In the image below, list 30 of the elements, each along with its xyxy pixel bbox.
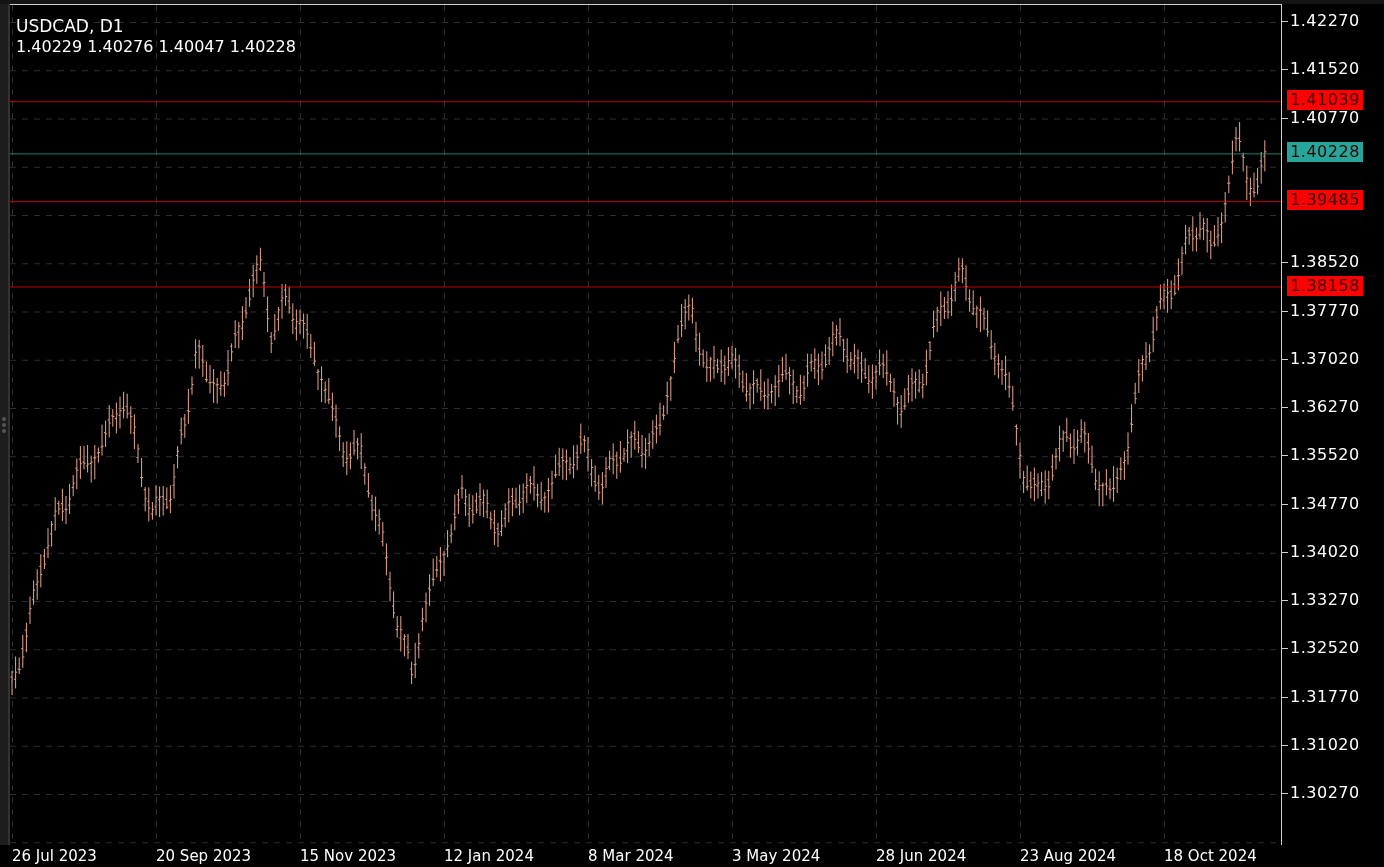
time-axis-label: 15 Nov 2023 — [300, 847, 397, 865]
price-axis-label: 1.41520 — [1290, 59, 1360, 80]
price-level-label: 1.39485 — [1287, 190, 1363, 211]
ohlc-values: 1.40229 1.40276 1.40047 1.40228 — [16, 37, 296, 57]
price-level-label: 1.41039 — [1287, 90, 1363, 111]
time-axis-label: 26 Jul 2023 — [12, 847, 97, 865]
time-axis-label: 12 Jan 2024 — [444, 847, 534, 865]
price-axis-label: 1.31020 — [1290, 734, 1360, 755]
price-level-label: 1.40228 — [1287, 142, 1363, 163]
time-axis-label: 20 Sep 2023 — [156, 847, 252, 865]
price-axis-label: 1.37020 — [1290, 348, 1360, 369]
symbol-title: USDCAD, D1 — [16, 15, 125, 37]
price-axis-label: 1.33270 — [1290, 590, 1360, 610]
price-axis-label: 1.30270 — [1290, 783, 1360, 803]
time-axis-label: 3 May 2024 — [732, 847, 821, 865]
time-axis-label: 28 Jun 2024 — [876, 847, 967, 865]
price-axis-label: 1.34020 — [1290, 541, 1360, 562]
splitter-handle[interactable] — [0, 4, 10, 845]
price-axis-label: 1.35520 — [1290, 445, 1360, 466]
time-axis-label: 18 Oct 2024 — [1164, 847, 1257, 865]
price-axis-label: 1.42270 — [1290, 11, 1360, 31]
price-axis-label: 1.32520 — [1290, 638, 1360, 659]
price-axis-label: 1.34770 — [1290, 493, 1360, 514]
price-axis-label: 1.31770 — [1290, 686, 1360, 707]
price-axis-label: 1.37770 — [1290, 300, 1360, 321]
time-axis-label: 8 Mar 2024 — [588, 847, 674, 865]
price-axis-label: 1.38520 — [1290, 252, 1360, 273]
price-axis-label: 1.36270 — [1290, 397, 1360, 417]
time-axis-label: 23 Aug 2024 — [1020, 847, 1117, 865]
price-level-label: 1.38158 — [1287, 275, 1363, 296]
